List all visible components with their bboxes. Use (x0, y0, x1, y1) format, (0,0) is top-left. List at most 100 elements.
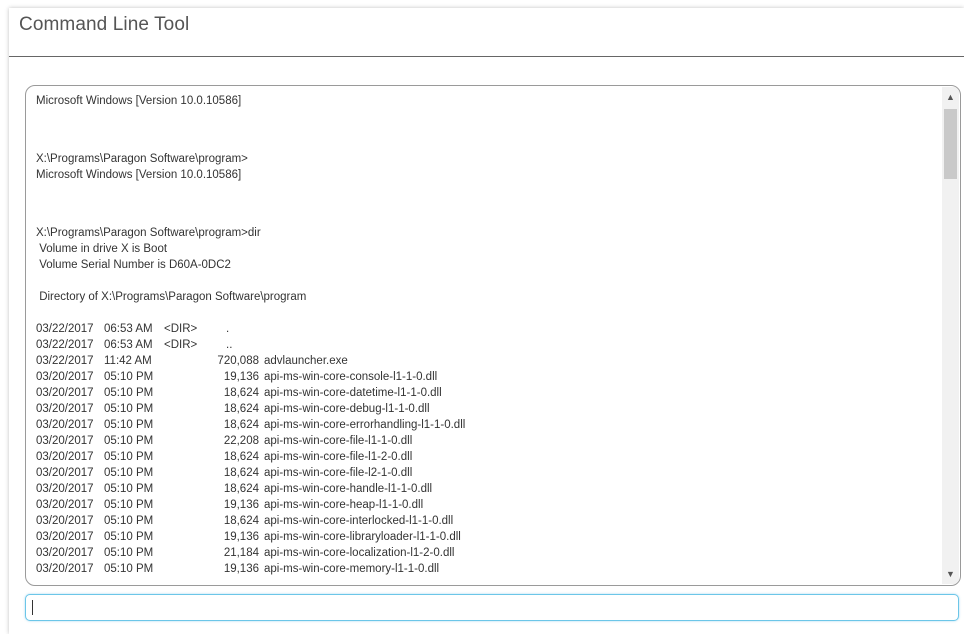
console-line: Volume in drive X is Boot (36, 243, 168, 255)
listing-date: 03/20/2017 (36, 371, 94, 383)
listing-size: 22,208 (223, 435, 259, 447)
command-input[interactable] (32, 598, 946, 618)
listing-row: 03/22/2017 11:42 AM 720,088 advlauncher.exe (36, 353, 934, 369)
listing-name: api-ms-win-core-libraryloader-l1-1-0.dll (264, 531, 461, 543)
listing-date: 03/22/2017 (36, 323, 94, 335)
listing-size: 18,624 (223, 403, 259, 415)
console-line: Volume Serial Number is D60A-0DC2 (36, 259, 231, 271)
listing-date: 03/20/2017 (36, 547, 94, 559)
listing-time: 05:10 PM (104, 515, 154, 527)
listing-time: 05:10 PM (104, 419, 154, 431)
listing-date: 03/20/2017 (36, 499, 94, 511)
listing-row: 03/20/2017 05:10 PM 18,624 api-ms-win-core-… (36, 465, 934, 481)
listing-name: api-ms-win-core-heap-l1-1-0.dll (264, 499, 424, 511)
window-title: Command Line Tool (19, 14, 190, 35)
listing-size: 18,624 (223, 419, 259, 431)
listing-name: api-ms-win-core-debug-l1-1-0.dll (264, 403, 430, 415)
listing-time: 06:53 AM (104, 339, 153, 351)
console-output-panel[interactable]: Microsoft Windows [Version 10.0.10586] X… (25, 85, 961, 586)
listing-time: 05:10 PM (104, 371, 154, 383)
listing-row: 03/20/2017 05:10 PM 18,624 api-ms-win-core-… (36, 385, 934, 401)
listing-size: 18,624 (223, 387, 259, 399)
listing-row: 03/20/2017 05:10 PM 18,624 api-ms-win-core-… (36, 481, 934, 497)
listing-row: 03/20/2017 05:10 PM 19,136 api-ms-win-core-… (36, 561, 934, 577)
listing-date: 03/20/2017 (36, 483, 94, 495)
listing-size: 19,136 (223, 499, 259, 511)
command-input-box[interactable] (25, 594, 959, 621)
listing-name: api-ms-win-core-errorhandling-l1-1-0.dll (264, 419, 466, 431)
directory-listing: 03/22/2017 06:53 AM <DIR>. 03/22/2017 06:53 … (36, 321, 934, 577)
listing-row: 03/22/2017 06:53 AM <DIR>. (36, 321, 934, 337)
listing-size: 720,088 (217, 355, 259, 367)
listing-size: 18,624 (223, 515, 259, 527)
listing-row: 03/20/2017 05:10 PM 18,624 api-ms-win-core-… (36, 513, 934, 529)
listing-date: 03/20/2017 (36, 467, 94, 479)
listing-row: 03/20/2017 05:10 PM 19,136 api-ms-win-core-… (36, 369, 934, 385)
listing-date: 03/22/2017 (36, 355, 94, 367)
listing-name: advlauncher.exe (264, 355, 348, 367)
listing-date: 03/20/2017 (36, 419, 94, 431)
listing-row: 03/20/2017 05:10 PM 18,624 api-ms-win-core-… (36, 449, 934, 465)
listing-size: 18,624 (223, 467, 259, 479)
listing-time: 05:10 PM (104, 451, 154, 463)
listing-date: 03/20/2017 (36, 563, 94, 575)
listing-name: api-ms-win-core-console-l1-1-0.dll (264, 371, 438, 383)
command-line-tool-window: Command Line Tool Microsoft Windows [Ver… (9, 8, 964, 634)
listing-size: 19,136 (223, 371, 259, 383)
listing-time: 11:42 AM (104, 355, 152, 367)
listing-size: 19,136 (223, 563, 259, 575)
listing-row: 03/22/2017 06:53 AM <DIR>.. (36, 337, 934, 353)
listing-name: api-ms-win-core-datetime-l1-1-0.dll (264, 387, 442, 399)
console-line: X:\Programs\Paragon Software\program> (36, 153, 248, 165)
listing-date: 03/20/2017 (36, 515, 94, 527)
listing-size: 21,184 (223, 547, 259, 559)
listing-date: 03/20/2017 (36, 387, 94, 399)
listing-date: 03/20/2017 (36, 403, 94, 415)
listing-date: 03/20/2017 (36, 531, 94, 543)
console-line: X:\Programs\Paragon Software\program>dir (36, 227, 261, 239)
listing-date: 03/20/2017 (36, 451, 94, 463)
listing-size: 18,624 (223, 451, 259, 463)
chevron-down-icon[interactable]: ▼ (942, 566, 959, 582)
listing-row: 03/20/2017 05:10 PM 19,136 api-ms-win-core-… (36, 529, 934, 545)
console-line: Microsoft Windows [Version 10.0.10586] (36, 169, 242, 181)
listing-time: 05:10 PM (104, 499, 154, 511)
listing-time: 05:10 PM (104, 547, 154, 559)
console-line: Microsoft Windows [Version 10.0.10586] (36, 95, 242, 107)
listing-name: api-ms-win-core-file-l2-1-0.dll (264, 467, 413, 479)
listing-name: api-ms-win-core-localization-l1-2-0.dll (264, 547, 455, 559)
listing-dir-tag: <DIR> (164, 323, 198, 335)
listing-name: api-ms-win-core-interlocked-l1-1-0.dll (264, 515, 454, 527)
listing-date: 03/22/2017 (36, 339, 94, 351)
vertical-scrollbar[interactable]: ▲ ▼ (942, 87, 959, 584)
title-divider (9, 56, 964, 57)
listing-size: 18,624 (223, 483, 259, 495)
chevron-up-icon[interactable]: ▲ (942, 89, 959, 105)
listing-time: 05:10 PM (104, 483, 154, 495)
listing-name: .. (226, 339, 233, 351)
listing-time: 05:10 PM (104, 387, 154, 399)
listing-row: 03/20/2017 05:10 PM 18,624 api-ms-win-core-… (36, 401, 934, 417)
listing-row: 03/20/2017 05:10 PM 22,208 api-ms-win-core-… (36, 433, 934, 449)
listing-name: api-ms-win-core-memory-l1-1-0.dll (264, 563, 440, 575)
text-caret (32, 600, 33, 615)
listing-time: 05:10 PM (104, 435, 154, 447)
listing-name: . (226, 323, 230, 335)
listing-row: 03/20/2017 05:10 PM 18,624 api-ms-win-core-… (36, 417, 934, 433)
listing-row: 03/20/2017 05:10 PM 19,136 api-ms-win-core-… (36, 497, 934, 513)
listing-name: api-ms-win-core-handle-l1-1-0.dll (264, 483, 433, 495)
listing-time: 05:10 PM (104, 403, 154, 415)
scrollbar-thumb[interactable] (944, 109, 957, 179)
listing-time: 05:10 PM (104, 467, 154, 479)
listing-time: 05:10 PM (104, 531, 154, 543)
console-output: Microsoft Windows [Version 10.0.10586] X… (36, 93, 934, 583)
listing-time: 06:53 AM (104, 323, 153, 335)
listing-row: 03/20/2017 05:10 PM 21,184 api-ms-win-core-… (36, 545, 934, 561)
listing-date: 03/20/2017 (36, 435, 94, 447)
listing-size: 19,136 (223, 531, 259, 543)
listing-time: 05:10 PM (104, 563, 154, 575)
listing-dir-tag: <DIR> (164, 339, 198, 351)
listing-name: api-ms-win-core-file-l1-2-0.dll (264, 451, 413, 463)
console-line: Directory of X:\Programs\Paragon Softwar… (36, 291, 307, 303)
listing-name: api-ms-win-core-file-l1-1-0.dll (264, 435, 413, 447)
